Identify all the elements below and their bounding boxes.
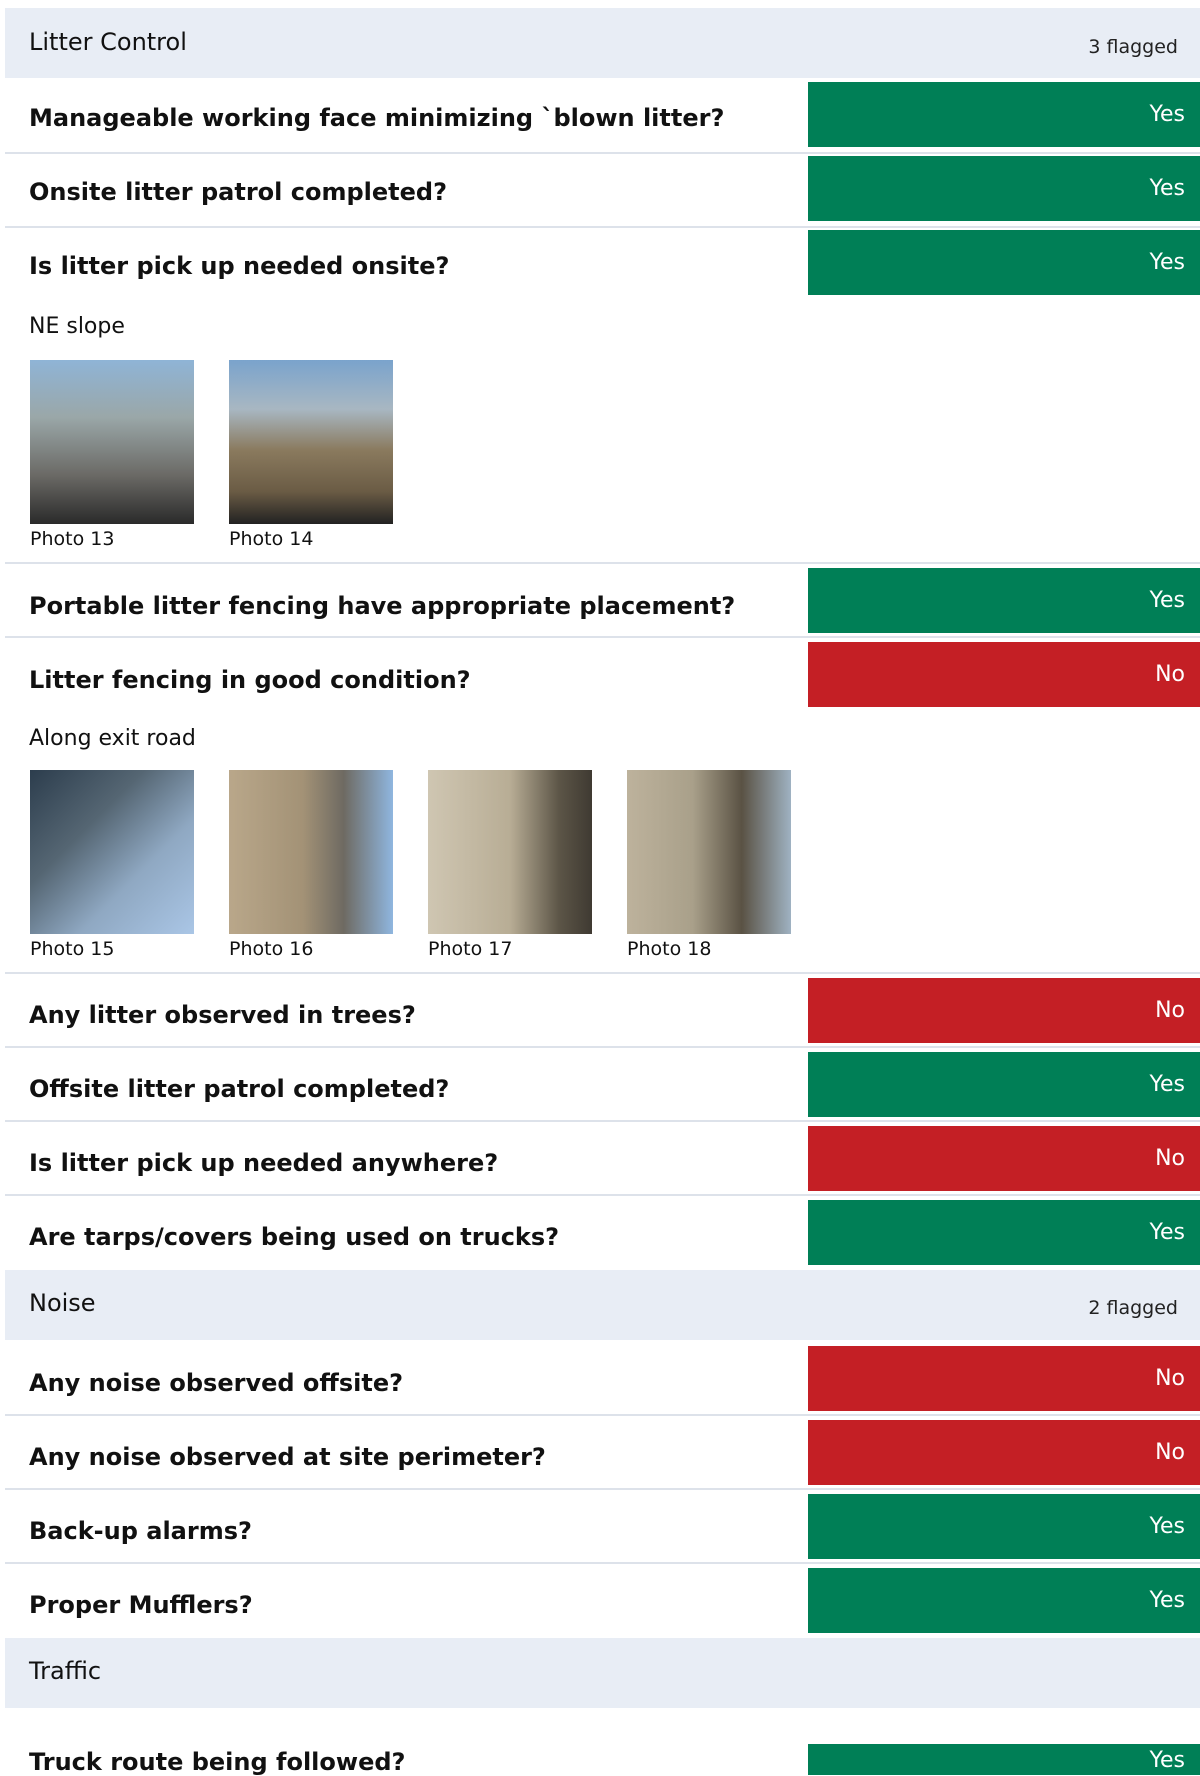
answer-label: No [1155,662,1185,687]
question-row: Litter fencing in good condition? No Alo… [5,640,1200,974]
answer-badge: No [808,1126,1200,1191]
answer-badge: Yes [808,230,1200,295]
section-header-litter-control: Litter Control 3 flagged [5,8,1200,78]
photo-caption: Photo 13 [30,528,115,550]
section-title: Noise [29,1289,96,1317]
question-row: Is litter pick up needed onsite? Yes NE … [5,230,1200,564]
photo-thumbnail[interactable] [627,770,791,934]
photo-thumbnail[interactable] [30,770,194,934]
question-text: Is litter pick up needed anywhere? [29,1149,499,1177]
answer-badge: Yes [808,568,1200,633]
photo-caption: Photo 18 [627,938,712,960]
question-text: Proper Mufflers? [29,1591,253,1619]
answer-label: Yes [1149,1514,1185,1539]
answer-label: Yes [1149,102,1185,127]
question-row: Any noise observed offsite? No [5,1344,1200,1416]
photo-thumbnail[interactable] [30,360,194,524]
answer-badge: Yes [808,1052,1200,1117]
answer-label: Yes [1149,588,1185,613]
answer-label: No [1155,1440,1185,1465]
section-header-traffic: Traffic [5,1638,1200,1708]
question-text: Any noise observed at site perimeter? [29,1443,546,1471]
answer-label: Yes [1149,1220,1185,1245]
question-text: Any noise observed offsite? [29,1369,404,1397]
answer-badge: Yes [808,1200,1200,1265]
answer-label: Yes [1149,1748,1185,1773]
answer-badge: Yes [808,1568,1200,1633]
answer-label: No [1155,1366,1185,1391]
photo-thumbnail[interactable] [229,360,393,524]
answer-badge: No [808,1420,1200,1485]
photo-caption: Photo 16 [229,938,314,960]
answer-label: Yes [1149,250,1185,275]
question-row: Onsite litter patrol completed? Yes [5,156,1200,228]
question-row: Are tarps/covers being used on trucks? Y… [5,1198,1200,1268]
answer-label: No [1155,1146,1185,1171]
question-text: Is litter pick up needed onsite? [29,252,450,280]
answer-label: No [1155,998,1185,1023]
photo-caption: Photo 14 [229,528,314,550]
section-title: Litter Control [29,28,187,56]
question-row: Manageable working face minimizing `blow… [5,82,1200,154]
question-note: Along exit road [29,726,196,751]
question-text: Litter fencing in good condition? [29,666,471,694]
photo-thumbnail[interactable] [229,770,393,934]
question-row: Is litter pick up needed anywhere? No [5,1124,1200,1196]
photo-caption: Photo 15 [30,938,115,960]
answer-badge: Yes [808,1494,1200,1559]
question-text: Portable litter fencing have appropriate… [29,592,736,620]
answer-label: Yes [1149,1072,1185,1097]
section-title: Traffic [29,1657,102,1685]
flagged-count: 2 flagged [1088,1297,1178,1319]
question-row: Back-up alarms? Yes [5,1492,1200,1564]
answer-label: Yes [1149,1588,1185,1613]
question-text: Truck route being followed? [29,1748,406,1776]
photo-thumbnail[interactable] [428,770,592,934]
answer-badge: Yes [808,82,1200,147]
question-row: Any noise observed at site perimeter? No [5,1418,1200,1490]
question-row: Proper Mufflers? Yes [5,1566,1200,1636]
answer-badge: No [808,978,1200,1043]
answer-badge: Yes [808,1744,1200,1775]
question-text: Offsite litter patrol completed? [29,1075,450,1103]
photo-caption: Photo 17 [428,938,513,960]
flagged-count: 3 flagged [1088,36,1178,58]
answer-badge: No [808,642,1200,707]
question-row: Offsite litter patrol completed? Yes [5,1050,1200,1122]
answer-badge: No [808,1346,1200,1411]
question-row: Portable litter fencing have appropriate… [5,566,1200,638]
question-row: Truck route being followed? Yes [5,1712,1200,1775]
question-text: Are tarps/covers being used on trucks? [29,1223,560,1251]
question-note: NE slope [29,314,125,339]
answer-label: Yes [1149,176,1185,201]
question-row: Any litter observed in trees? No [5,976,1200,1048]
question-text: Any litter observed in trees? [29,1001,416,1029]
question-text: Back-up alarms? [29,1517,252,1545]
question-text: Manageable working face minimizing `blow… [29,104,725,132]
question-text: Onsite litter patrol completed? [29,178,447,206]
section-header-noise: Noise 2 flagged [5,1270,1200,1340]
answer-badge: Yes [808,156,1200,221]
